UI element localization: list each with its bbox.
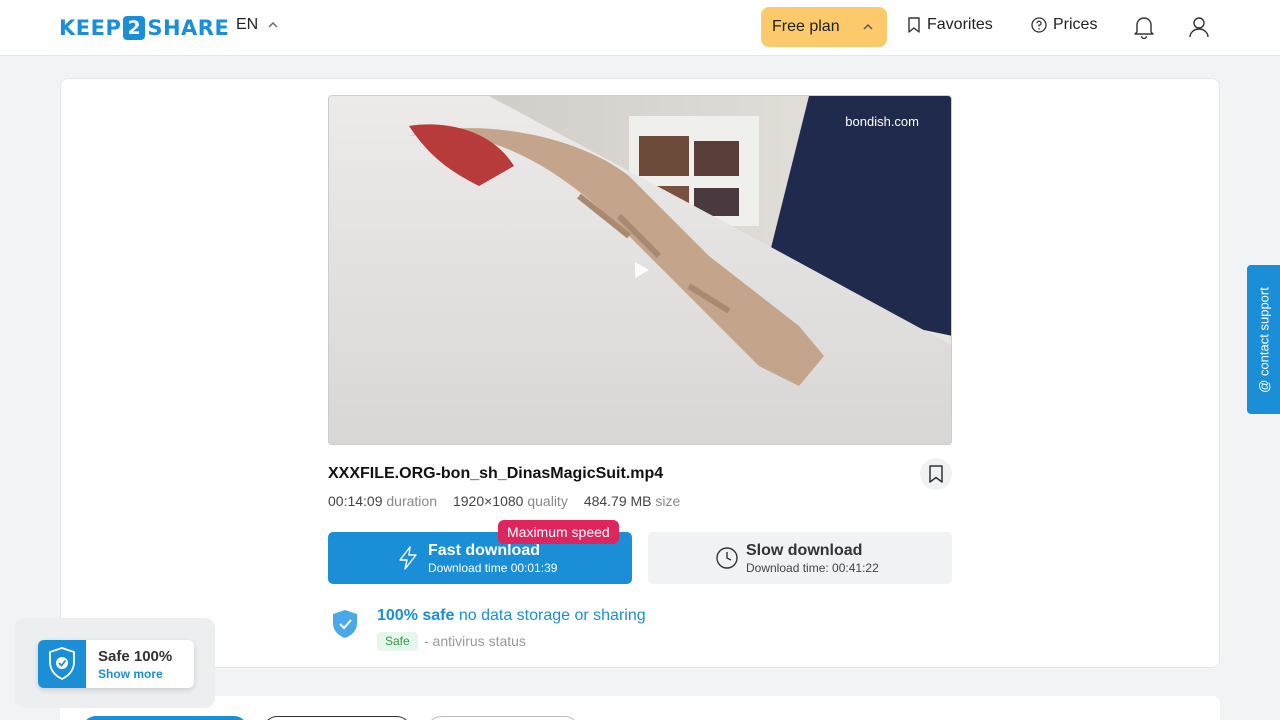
bell-icon[interactable] [1133,15,1155,39]
safety-headline-rest: no data storage or sharing [458,607,646,624]
bottom-tab-2[interactable] [263,716,411,720]
safe-widget-show-more[interactable]: Show more [98,667,163,681]
fast-download-title: Fast download [428,542,540,559]
fast-download-time: Download time 00:01:39 [428,561,558,575]
logo-text-left: KEEP [59,16,122,40]
logo-text-right: SHARE [147,16,230,40]
chevron-up-icon [863,24,873,30]
top-header: KEEP 2 SHARE EN Free plan Favorites Prices [0,0,1280,56]
help-circle-icon [1031,17,1047,33]
slow-download-button[interactable]: Slow download Download time: 00:41:22 [648,532,952,584]
safe-widget-icon-area [38,640,86,688]
file-meta: 00:14:09 duration 1920×1080 quality 484.… [328,493,680,509]
bookmark-icon [908,17,920,33]
video-watermark: bondish.com [845,114,919,129]
antivirus-safe-badge: Safe [377,632,418,651]
safety-headline: 100% safe no data storage or sharing [377,607,646,625]
prices-label: Prices [1053,16,1098,33]
language-selector[interactable]: EN [236,16,278,34]
shield-check-icon [49,647,75,681]
slow-download-title: Slow download [746,542,863,559]
chevron-up-icon [268,22,278,28]
size-info: 484.79 MB size [584,493,681,509]
clock-icon [716,547,738,569]
safety-headline-bold: 100% safe [377,607,455,624]
shield-check-icon [333,610,357,638]
contact-support-tab[interactable]: @ contact support [1247,265,1280,414]
bookmark-button[interactable] [920,458,952,490]
logo-text-middle: 2 [123,16,146,40]
duration-value: 00:14:09 [328,493,383,509]
maximum-speed-badge: Maximum speed [498,520,619,544]
keep2share-logo[interactable]: KEEP 2 SHARE [59,14,229,42]
size-label: size [655,493,681,509]
bottom-tab-3[interactable] [427,716,579,720]
contact-support-label: @ contact support [1256,286,1271,393]
prices-link[interactable]: Prices [1031,16,1097,34]
favorites-label: Favorites [927,16,993,33]
safe-widget-title: Safe 100% [98,648,173,665]
language-label: EN [236,16,259,33]
bottom-tab-1[interactable] [82,716,248,720]
video-preview[interactable]: bondish.com [328,95,952,445]
size-value: 484.79 MB [583,493,652,509]
slow-download-time: Download time: 00:41:22 [746,561,879,575]
file-name: XXXFILE.ORG-bon_sh_DinasMagicSuit.mp4 [328,465,664,482]
quality-value: 1920×1080 [452,493,524,509]
play-icon[interactable] [634,261,650,279]
free-plan-button[interactable]: Free plan [761,7,887,47]
quality-info: 1920×1080 quality [453,493,568,509]
duration-label: duration [386,493,437,509]
user-icon[interactable] [1188,15,1210,39]
bookmark-icon [929,465,943,483]
antivirus-status-label: - antivirus status [424,633,526,649]
safe-widget[interactable]: Safe 100% Show more [38,640,194,688]
lightning-icon [399,546,417,570]
favorites-link[interactable]: Favorites [907,16,993,34]
quality-label: quality [527,493,568,509]
free-plan-label: Free plan [772,18,840,35]
duration-info: 00:14:09 duration [328,493,437,509]
